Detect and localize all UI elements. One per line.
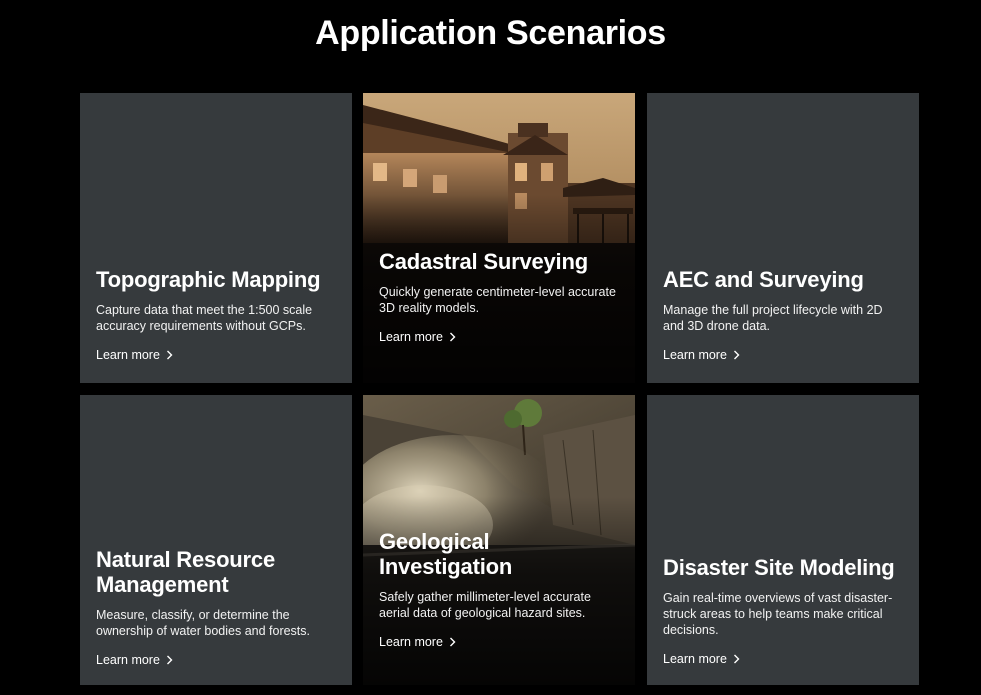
- card-title: Geological Investigation: [379, 529, 513, 579]
- card-content: AEC and Surveying Manage the full projec…: [663, 267, 905, 364]
- card-content: Geological Investigation Safely gather m…: [379, 529, 621, 651]
- card-description: Safely gather millimeter-level accurate …: [379, 590, 591, 620]
- learn-more-link[interactable]: Learn more: [96, 348, 173, 362]
- card-content: Disaster Site Modeling Gain real-time ov…: [663, 555, 905, 668]
- learn-more-label: Learn more: [96, 653, 160, 667]
- learn-more-label: Learn more: [663, 652, 727, 666]
- card-title: Natural Resource Management: [96, 547, 275, 597]
- chevron-right-icon: [449, 332, 456, 342]
- learn-more-link[interactable]: Learn more: [663, 348, 740, 362]
- learn-more-label: Learn more: [379, 330, 443, 344]
- chevron-right-icon: [449, 637, 456, 647]
- card-description: Capture data that meet the 1:500 scale a…: [96, 303, 313, 333]
- card-title: Topographic Mapping: [96, 267, 321, 292]
- card-content: Topographic Mapping Capture data that me…: [96, 267, 338, 364]
- learn-more-link[interactable]: Learn more: [96, 653, 173, 667]
- learn-more-link[interactable]: Learn more: [379, 635, 456, 649]
- card-content: Natural Resource Management Measure, cla…: [96, 547, 338, 669]
- learn-more-label: Learn more: [379, 635, 443, 649]
- card-aec-and-surveying[interactable]: AEC and Surveying Manage the full projec…: [647, 93, 919, 383]
- card-description: Measure, classify, or determine the owne…: [96, 608, 311, 638]
- chevron-right-icon: [733, 350, 740, 360]
- card-title: Cadastral Surveying: [379, 249, 588, 274]
- card-description: Manage the full project lifecycle with 2…: [663, 303, 883, 333]
- learn-more-label: Learn more: [663, 348, 727, 362]
- card-description: Quickly generate centimeter-level accura…: [379, 285, 616, 315]
- chevron-right-icon: [733, 654, 740, 664]
- learn-more-link[interactable]: Learn more: [663, 652, 740, 666]
- card-natural-resource-management[interactable]: Natural Resource Management Measure, cla…: [80, 395, 352, 685]
- section-title: Application Scenarios: [315, 14, 666, 52]
- learn-more-label: Learn more: [96, 348, 160, 362]
- chevron-right-icon: [166, 350, 173, 360]
- card-title: AEC and Surveying: [663, 267, 864, 292]
- card-content: Cadastral Surveying Quickly generate cen…: [379, 249, 621, 346]
- chevron-right-icon: [166, 655, 173, 665]
- application-scenarios-section: Application Scenarios Topographic Mappin…: [0, 0, 981, 695]
- learn-more-link[interactable]: Learn more: [379, 330, 456, 344]
- card-description: Gain real-time overviews of vast disaste…: [663, 591, 893, 637]
- card-cadastral-surveying[interactable]: Cadastral Surveying Quickly generate cen…: [363, 93, 635, 383]
- card-topographic-mapping[interactable]: Topographic Mapping Capture data that me…: [80, 93, 352, 383]
- card-geological-investigation[interactable]: Geological Investigation Safely gather m…: [363, 395, 635, 685]
- card-title: Disaster Site Modeling: [663, 555, 895, 580]
- card-disaster-site-modeling[interactable]: Disaster Site Modeling Gain real-time ov…: [647, 395, 919, 685]
